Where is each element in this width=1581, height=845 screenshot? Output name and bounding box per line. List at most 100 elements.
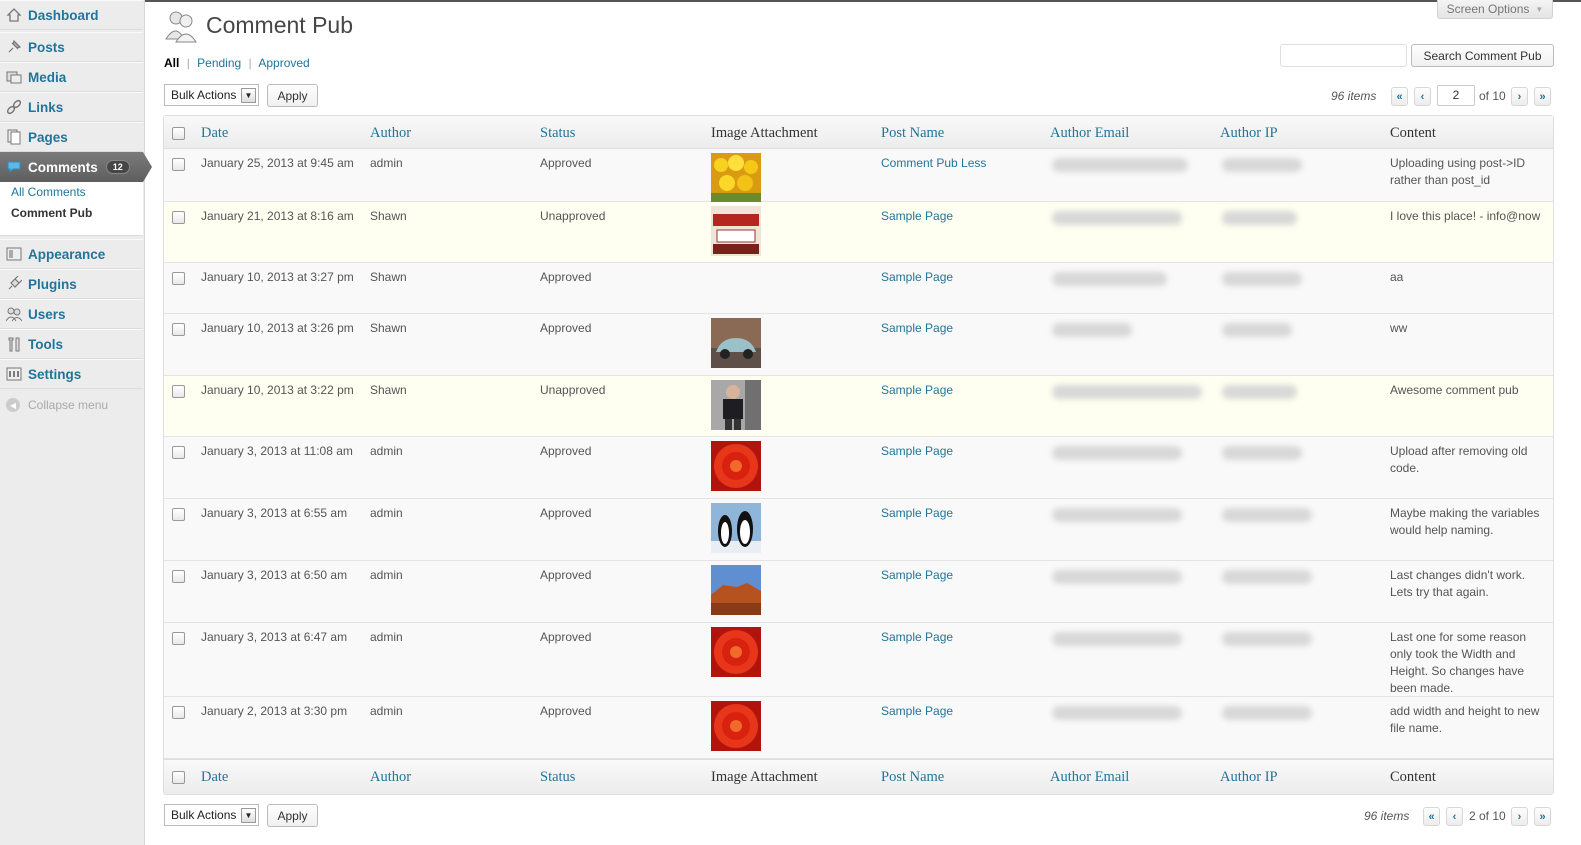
row-checkbox[interactable] xyxy=(172,570,185,583)
submenu-comment-pub[interactable]: Comment Pub xyxy=(0,203,143,224)
column-status[interactable]: Status xyxy=(540,769,575,786)
filter-pending[interactable]: Pending xyxy=(197,56,241,70)
menu-users[interactable]: Users xyxy=(0,299,143,329)
image-attachment-thumbnail[interactable] xyxy=(711,565,761,615)
current-page-input[interactable]: 2 xyxy=(1437,85,1475,106)
menu-label: Plugins xyxy=(28,276,77,292)
row-checkbox[interactable] xyxy=(172,158,185,171)
next-page-button[interactable]: › xyxy=(1511,807,1528,826)
last-page-button[interactable]: » xyxy=(1534,87,1551,106)
select-all-checkbox-footer[interactable] xyxy=(172,771,185,784)
screen-options-button[interactable]: Screen Options ▼ xyxy=(1437,0,1553,19)
column-status[interactable]: Status xyxy=(540,125,575,142)
comment-status: Approved xyxy=(540,270,592,284)
apply-button-top[interactable]: Apply xyxy=(267,84,318,107)
column-date[interactable]: Date xyxy=(201,769,228,786)
apply-button-bottom[interactable]: Apply xyxy=(267,804,318,827)
post-name-link[interactable]: Sample Page xyxy=(881,382,953,399)
comment-status: Unapproved xyxy=(540,383,606,397)
last-page-button[interactable]: » xyxy=(1534,807,1551,826)
post-name-link[interactable]: Sample Page xyxy=(881,269,953,286)
image-attachment-thumbnail[interactable] xyxy=(711,153,761,203)
author-email-redacted xyxy=(1052,570,1182,584)
menu-posts[interactable]: Posts xyxy=(0,32,143,62)
first-page-button[interactable]: « xyxy=(1423,807,1440,826)
menu-media[interactable]: Media xyxy=(0,62,143,92)
prev-page-button[interactable]: ‹ xyxy=(1446,807,1463,826)
column-author-email[interactable]: Author Email xyxy=(1050,769,1129,786)
column-author-ip[interactable]: Author IP xyxy=(1220,769,1278,786)
post-name-link[interactable]: Sample Page xyxy=(881,703,953,720)
menu-appearance[interactable]: Appearance xyxy=(0,239,143,269)
filter-approved[interactable]: Approved xyxy=(258,56,309,70)
author-email-redacted xyxy=(1052,508,1182,522)
image-attachment-thumbnail[interactable] xyxy=(711,701,761,751)
menu-label: Appearance xyxy=(28,246,106,262)
filter-all[interactable]: All xyxy=(164,56,179,70)
post-name-link[interactable]: Sample Page xyxy=(881,567,953,584)
column-image-attachment: Image Attachment xyxy=(711,769,818,785)
bulk-actions-select-top[interactable]: Bulk Actions ▼ xyxy=(164,84,259,106)
menu-label: Pages xyxy=(28,129,68,145)
settings-icon xyxy=(6,366,22,382)
row-checkbox[interactable] xyxy=(172,446,185,459)
first-page-button[interactable]: « xyxy=(1391,87,1408,106)
menu-comments[interactable]: Comments 12 xyxy=(0,152,152,182)
row-checkbox[interactable] xyxy=(172,211,185,224)
column-post-name[interactable]: Post Name xyxy=(881,125,944,142)
column-author-email[interactable]: Author Email xyxy=(1050,125,1129,142)
prev-page-button[interactable]: ‹ xyxy=(1414,87,1431,106)
comment-count-badge: 12 xyxy=(105,160,130,174)
post-name-link[interactable]: Sample Page xyxy=(881,320,953,337)
column-date[interactable]: Date xyxy=(201,125,228,142)
post-name-link[interactable]: Comment Pub Less xyxy=(881,155,986,172)
table-row: January 3, 2013 at 6:47 am admin Approved S… xyxy=(164,623,1553,697)
collapse-menu-button[interactable]: ◀ Collapse menu xyxy=(6,398,108,412)
row-checkbox[interactable] xyxy=(172,323,185,336)
search-button[interactable]: Search Comment Pub xyxy=(1411,44,1554,67)
image-attachment-thumbnail[interactable] xyxy=(711,627,761,677)
image-attachment-thumbnail[interactable] xyxy=(711,380,761,430)
select-all-checkbox[interactable] xyxy=(172,127,185,140)
author-email-redacted xyxy=(1052,211,1182,225)
column-author-ip[interactable]: Author IP xyxy=(1220,125,1278,142)
menu-tools[interactable]: Tools xyxy=(0,329,143,359)
submenu-all-comments[interactable]: All Comments xyxy=(0,182,143,203)
image-attachment-thumbnail[interactable] xyxy=(711,206,761,256)
image-attachment-thumbnail[interactable] xyxy=(711,503,761,553)
post-name-link[interactable]: Sample Page xyxy=(881,208,953,225)
column-author[interactable]: Author xyxy=(370,769,411,786)
row-checkbox[interactable] xyxy=(172,706,185,719)
search-input[interactable] xyxy=(1280,44,1407,67)
image-attachment-thumbnail[interactable] xyxy=(711,441,761,491)
column-author[interactable]: Author xyxy=(370,125,411,142)
menu-plugins[interactable]: Plugins xyxy=(0,269,143,299)
post-name-link[interactable]: Sample Page xyxy=(881,629,953,646)
row-checkbox[interactable] xyxy=(172,508,185,521)
comment-author: Shawn xyxy=(370,270,407,284)
row-checkbox[interactable] xyxy=(172,272,185,285)
author-ip-redacted xyxy=(1222,508,1312,522)
image-attachment-thumbnail[interactable] xyxy=(711,318,761,368)
author-email-redacted xyxy=(1052,706,1182,720)
menu-dashboard[interactable]: Dashboard xyxy=(0,0,143,30)
menu-label: Tools xyxy=(28,336,63,352)
chevron-down-icon: ▼ xyxy=(241,808,256,823)
comment-content: Upload after removing old code. xyxy=(1390,444,1528,475)
table-row: January 10, 2013 at 3:22 pm Shawn Unapprov… xyxy=(164,376,1553,437)
menu-settings[interactable]: Settings xyxy=(0,359,143,389)
author-email-redacted xyxy=(1052,272,1167,286)
menu-pages[interactable]: Pages xyxy=(0,122,143,152)
collapse-label: Collapse menu xyxy=(28,398,109,412)
column-post-name[interactable]: Post Name xyxy=(881,769,944,786)
bulk-actions-select-bottom[interactable]: Bulk Actions ▼ xyxy=(164,804,259,826)
row-checkbox[interactable] xyxy=(172,632,185,645)
menu-label: Links xyxy=(28,99,64,115)
next-page-button[interactable]: › xyxy=(1511,87,1528,106)
post-name-link[interactable]: Sample Page xyxy=(881,505,953,522)
post-name-link[interactable]: Sample Page xyxy=(881,443,953,460)
comment-content: add width and height to new file name. xyxy=(1390,704,1540,735)
row-checkbox[interactable] xyxy=(172,385,185,398)
comment-content: aa xyxy=(1390,270,1404,284)
menu-links[interactable]: Links xyxy=(0,92,143,122)
